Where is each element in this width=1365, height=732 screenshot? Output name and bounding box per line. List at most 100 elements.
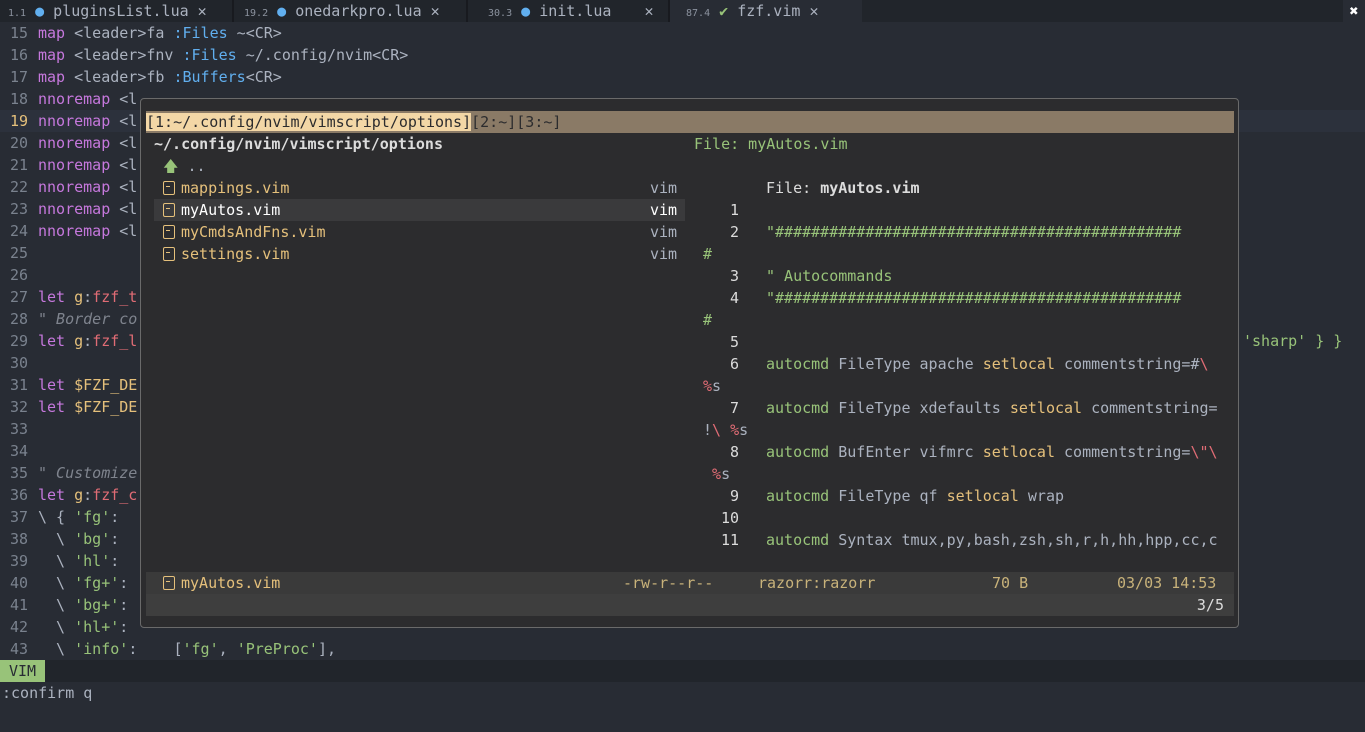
tab-number: 1.: [8, 8, 21, 19]
code-token: \ %: [712, 421, 740, 439]
code-token: :: [110, 508, 120, 526]
editor-line: 25: [0, 242, 38, 264]
file-icon: [163, 203, 175, 217]
editor-line: 20 nnoremap <l: [0, 132, 137, 154]
fzf-tabbar: [1:~/.config/nvim/vimscript/options][2:~…: [146, 111, 1234, 133]
fzf-tab-others[interactable]: [2:~][3:~]: [471, 113, 561, 131]
file-row[interactable]: myAutos.vim vim: [163, 199, 685, 221]
code-token: setlocal: [982, 355, 1065, 373]
tab-subnumber: 1: [20, 8, 27, 19]
lua-icon: ●: [35, 2, 45, 20]
code-token: 'hl': [74, 552, 111, 570]
close-icon[interactable]: ✕: [431, 2, 440, 20]
code-token: s: [739, 421, 749, 439]
file-row[interactable]: settings.vim vim: [163, 243, 685, 265]
code-token: Syntax tmux,py,bash,zsh,sh,r,h,hh,hpp,cc…: [838, 531, 1218, 549]
code-token: #: [703, 311, 713, 329]
code-token: 'hl+': [74, 618, 120, 636]
tab-separator: [232, 0, 234, 22]
line-number: 25: [10, 244, 29, 262]
code-token: 'info': [74, 640, 129, 658]
editor-line: 35 " Customize: [0, 462, 137, 484]
fzf-popup[interactable]: [1:~/.config/nvim/vimscript/options][2:~…: [140, 98, 1239, 628]
code-token: nnoremap: [38, 178, 120, 196]
code-token: fzf_t: [92, 288, 138, 306]
fzf-up-dir[interactable]: 🡅 ..: [163, 155, 206, 177]
tab-subnumber: 4: [704, 8, 711, 19]
close-all-tabs-icon[interactable]: ✖: [1343, 0, 1365, 22]
tab-subnumber: 3: [506, 8, 513, 19]
code-token: commentstring=#: [1064, 355, 1200, 373]
fzf-tab-active[interactable]: [1:~/.config/nvim/vimscript/options]: [146, 113, 472, 131]
code-token: setlocal: [1009, 399, 1092, 417]
file-ext: vim: [650, 245, 678, 263]
preview-line: %s: [703, 375, 721, 397]
preview-title-label: File:: [766, 179, 821, 197]
code-token: "#######################################…: [766, 223, 1182, 241]
code-token: <l: [119, 156, 138, 174]
code-token: map: [38, 24, 75, 42]
tab-fzf-vim[interactable]: 87.4 ✔ fzf.vim ✕: [670, 0, 862, 22]
line-number: 17: [10, 68, 29, 86]
close-icon[interactable]: ✕: [198, 2, 207, 20]
code-token: \: [1199, 355, 1209, 373]
file-icon: [163, 181, 175, 195]
file-ext: vim: [650, 179, 678, 197]
editor-line: 29 let g:fzf_l: [0, 330, 137, 352]
code-token: FileType qf: [838, 487, 947, 505]
line-number: 32: [10, 398, 29, 416]
preview-line-number: 2: [729, 223, 739, 241]
file-row[interactable]: mappings.vim vim: [163, 177, 685, 199]
tab-plugins-list[interactable]: 1.1 ● pluginsList.lua ✕: [8, 0, 230, 22]
code-token: 'bg+': [74, 596, 120, 614]
bottom-strip: [0, 708, 1365, 732]
code-token: FileType apache: [838, 355, 983, 373]
code-token: #: [703, 245, 713, 263]
preview-line-number: 9: [729, 487, 739, 505]
code-token: \: [38, 530, 75, 548]
editor-line: 36 let g:fzf_c: [0, 484, 137, 506]
code-token: :: [110, 530, 120, 548]
code-token: commentstring=: [1064, 443, 1191, 461]
close-icon[interactable]: ✕: [809, 2, 818, 20]
close-icon[interactable]: ✕: [644, 2, 653, 20]
tab-number: 30.: [488, 8, 507, 19]
code-token: <leader>fb: [74, 68, 174, 86]
match-count-text: 3/5: [1196, 596, 1224, 614]
tab-label: pluginsList.lua: [53, 2, 189, 20]
command-line[interactable]: :confirm q: [0, 682, 1365, 708]
code-token: <l: [119, 178, 138, 196]
file-row[interactable]: myCmdsAndFns.vim vim: [163, 221, 685, 243]
tab-number: 87.: [686, 8, 705, 19]
code-token: \: [38, 640, 75, 658]
code-token: g: [74, 332, 84, 350]
preview-line: autocmd FileType qf setlocal wrap: [766, 485, 1064, 507]
code-token: fzf_l: [92, 332, 138, 350]
tab-init-lua[interactable]: 30.3 ● init.lua ✕: [488, 0, 668, 22]
line-number: 31: [10, 376, 29, 394]
code-token: $FZF_DE: [74, 398, 138, 416]
preview-line-number: 1: [729, 201, 739, 219]
preview-line: "#######################################…: [766, 287, 1181, 309]
code-token: commentstring=: [1091, 399, 1218, 417]
line-number: 18: [10, 90, 29, 108]
preview-line: #: [703, 309, 712, 331]
tab-label: onedarkpro.lua: [295, 2, 422, 20]
code-token: " Customize: [38, 464, 138, 482]
code-token: ],: [317, 640, 337, 658]
code-token: autocmd: [766, 443, 839, 461]
editor-line: 16 map <leader>fnv :Files ~/.config/nvim<…: [0, 44, 408, 66]
line-number: 21: [10, 156, 29, 174]
tab-label: fzf.vim: [737, 2, 801, 20]
file-icon: [163, 576, 175, 590]
line-number: 40: [10, 574, 29, 592]
code-token: :: [83, 486, 93, 504]
editor-line: 43 \ 'info': ['fg', 'PreProc'],: [0, 638, 336, 660]
tab-onedarkpro[interactable]: 19.2 ● onedarkpro.lua ✕: [244, 0, 464, 22]
code-token: autocmd: [766, 531, 839, 549]
code-token: nnoremap: [38, 222, 120, 240]
code-token: \: [38, 596, 75, 614]
line-number: 43: [10, 640, 29, 658]
code-token: g: [74, 486, 84, 504]
